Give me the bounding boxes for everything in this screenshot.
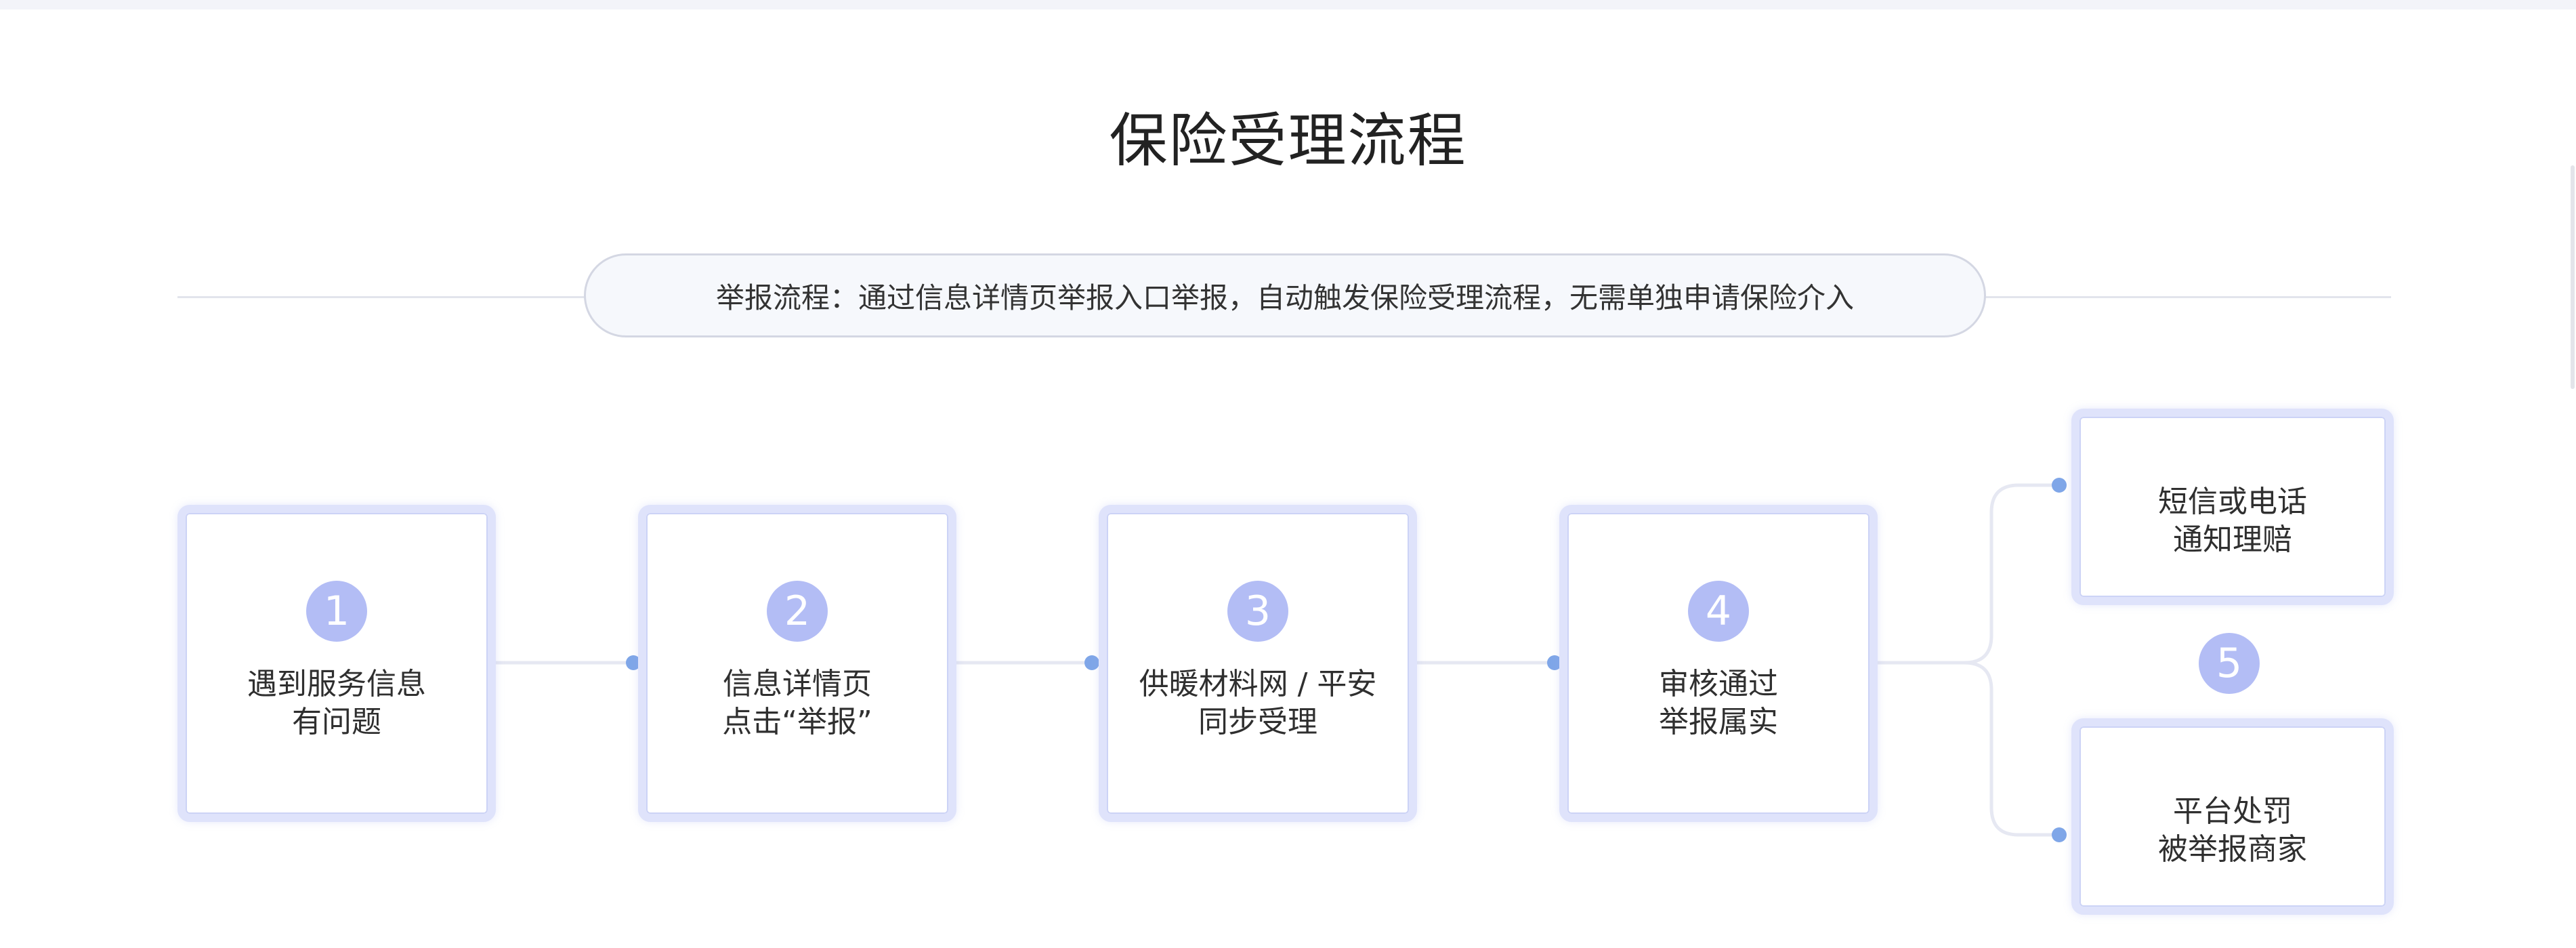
step-label: 遇到服务信息 有问题: [186, 665, 488, 741]
step-number-badge-5: 5: [2199, 633, 2260, 694]
step-label: 信息详情页 点击“举报”: [646, 665, 948, 741]
outcome-label: 平台处罚 被举报商家: [2079, 793, 2386, 869]
step-card-3: 3 供暖材料网 / 平安 同步受理: [1099, 505, 1417, 822]
outcome-label: 短信或电话 通知理赔: [2079, 483, 2386, 559]
step-label-line: 有问题: [292, 705, 381, 739]
step-card-4: 4 审核通过 举报属实: [1559, 505, 1878, 822]
outcome-label-line: 平台处罚: [2173, 794, 2292, 829]
connector-dot: [1084, 655, 1099, 670]
step-label: 审核通过 举报属实: [1567, 665, 1870, 741]
step-card-1: 1 遇到服务信息 有问题: [177, 505, 496, 822]
step-label-line: 信息详情页: [723, 667, 872, 701]
step-number-badge: 2: [767, 581, 828, 642]
step-label-line: 点击“举报”: [722, 705, 872, 739]
step-card-2: 2 信息详情页 点击“举报”: [638, 505, 956, 822]
outcome-label-line: 被举报商家: [2158, 832, 2307, 867]
step-label-line: 遇到服务信息: [247, 667, 426, 701]
step-number-badge: 4: [1688, 581, 1749, 642]
step-number-badge: 1: [306, 581, 367, 642]
outcome-label-line: 短信或电话: [2158, 485, 2307, 519]
connector-dot: [2052, 827, 2067, 842]
outcome-label-line: 通知理赔: [2173, 522, 2292, 557]
step-number-badge: 3: [1227, 581, 1288, 642]
step-label-line: 同步受理: [1198, 705, 1317, 739]
step-label-line: 审核通过: [1659, 667, 1778, 701]
branch-connector-bottom: [1964, 661, 2059, 837]
outcome-card-notify: 短信或电话 通知理赔: [2071, 409, 2394, 605]
step-label-line: 举报属实: [1659, 705, 1778, 739]
branch-connector-top: [1878, 483, 2059, 665]
step-label: 供暖材料网 / 平安 同步受理: [1107, 665, 1409, 741]
step-label-line: 供暖材料网 / 平安: [1139, 667, 1377, 701]
connector-dot: [2052, 478, 2067, 493]
outcome-card-penalty: 平台处罚 被举报商家: [2071, 718, 2394, 915]
